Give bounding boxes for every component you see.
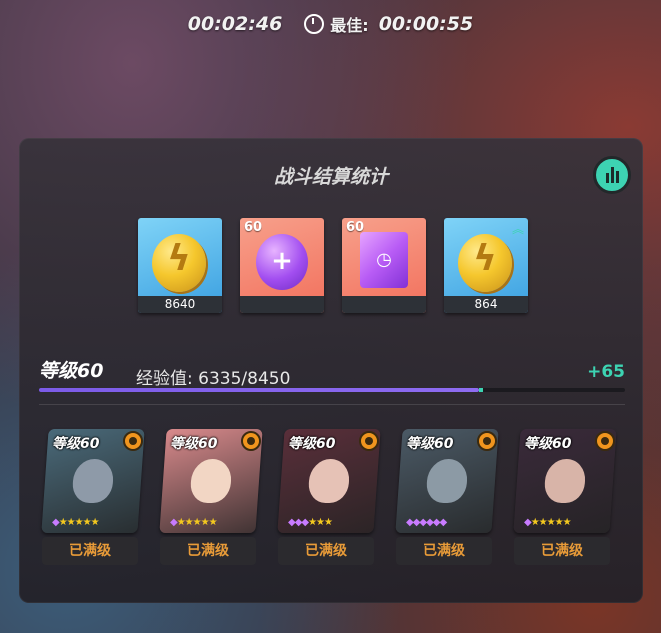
reward-purple-orb[interactable]: 60 +: [240, 218, 324, 313]
best-time-label: 最佳:: [330, 16, 369, 35]
hero-list: 等级60 ◆★★★★★ 已满级 等级60 ◆★★★★★ 已满级 等级60 ◆◆◆…: [41, 429, 617, 569]
gear-icon[interactable]: [595, 431, 615, 451]
reward-count: [240, 296, 324, 313]
hero-card[interactable]: 等级60 ◆◆◆◆◆◆ 已满级: [395, 429, 499, 569]
double-chevron-up-icon: ︽: [511, 222, 524, 236]
experience-bar: [39, 388, 625, 392]
reward-timer-cube[interactable]: 60 ◷: [342, 218, 426, 313]
experience-gain: +65: [587, 362, 625, 382]
hero-status: 已满级: [42, 537, 138, 565]
statistics-button[interactable]: [593, 156, 631, 194]
hero-status: 已满级: [514, 537, 610, 565]
reward-count: 8640: [138, 296, 222, 313]
hero-level: 等级60: [406, 436, 454, 452]
gear-icon[interactable]: [477, 431, 497, 451]
timer-bar: 00:02:46 最佳: 00:00:55: [0, 12, 661, 36]
reward-level-badge: 60: [244, 220, 263, 235]
reward-gold-bonus[interactable]: ︽ 864: [444, 218, 528, 313]
hero-stars: ◆◆◆★★★: [288, 517, 333, 528]
experience-bar-fill: [39, 388, 482, 392]
divider: [39, 404, 625, 405]
gear-icon[interactable]: [123, 431, 143, 451]
battle-summary-panel: 战斗结算统计 8640 60 + 60 ◷ ︽ 864 等级60 经验值: 63…: [19, 138, 643, 603]
hero-stars: ◆★★★★★: [52, 517, 100, 528]
gear-icon[interactable]: [241, 431, 261, 451]
reward-count: 864: [444, 296, 528, 313]
hero-status: 已满级: [396, 537, 492, 565]
hero-face: [307, 459, 351, 503]
hero-status: 已满级: [278, 537, 374, 565]
hero-stars: ◆★★★★★: [170, 517, 218, 528]
bar-chart-icon-bar: [610, 167, 614, 183]
gear-icon[interactable]: [359, 431, 379, 451]
hero-face: [189, 459, 233, 503]
reward-list: 8640 60 + 60 ◷ ︽ 864: [138, 218, 528, 313]
hero-card[interactable]: 等级60 ◆★★★★★ 已满级: [159, 429, 263, 569]
player-level: 等级60: [39, 360, 104, 382]
experience-value: 经验值: 6335/8450: [136, 369, 291, 389]
bar-chart-icon-bar: [615, 171, 619, 183]
bar-chart-icon: [605, 173, 609, 183]
purple-timer-cube-icon: ◷: [360, 232, 408, 288]
hero-card[interactable]: 等级60 ◆◆◆★★★ 已满级: [277, 429, 381, 569]
gold-coin-icon: [458, 234, 512, 292]
reward-count: [342, 296, 426, 313]
hero-face: [425, 459, 469, 503]
best-time: 00:00:55: [378, 13, 474, 35]
hero-status: 已满级: [160, 537, 256, 565]
hero-card[interactable]: 等级60 ◆★★★★★ 已满级: [513, 429, 617, 569]
hero-level: 等级60: [52, 436, 100, 452]
hero-level: 等级60: [170, 436, 218, 452]
purple-orb-icon: +: [256, 234, 308, 290]
hero-level: 等级60: [524, 436, 572, 452]
panel-title: 战斗结算统计: [273, 166, 388, 188]
hero-face: [71, 459, 115, 503]
stopwatch-icon: [304, 14, 325, 34]
hero-stars: ◆★★★★★: [524, 517, 572, 528]
gold-coin-icon: [152, 234, 206, 292]
hero-stars: ◆◆◆◆◆◆: [406, 517, 447, 528]
hero-level: 等级60: [288, 436, 336, 452]
elapsed-time: 00:02:46: [187, 13, 283, 35]
reward-gold[interactable]: 8640: [138, 218, 222, 313]
hero-face: [543, 459, 587, 503]
hero-card[interactable]: 等级60 ◆★★★★★ 已满级: [41, 429, 145, 569]
